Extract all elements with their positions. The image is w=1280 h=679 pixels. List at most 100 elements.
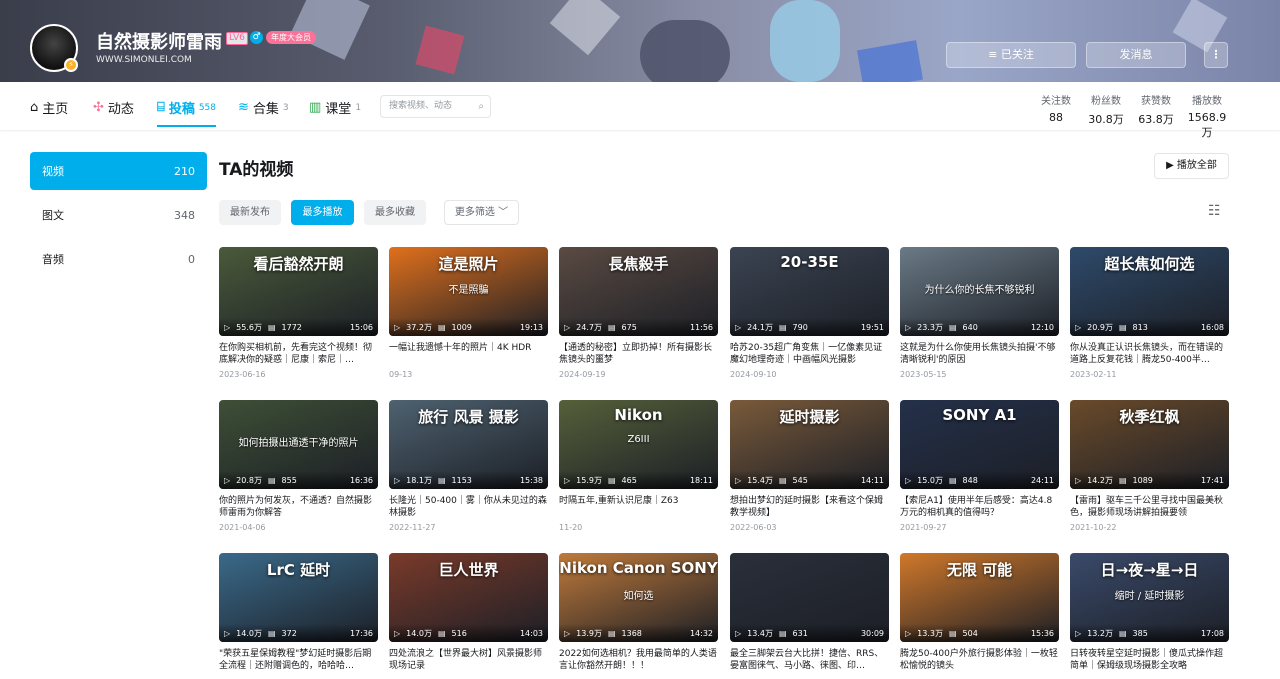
video-title[interactable]: 2022如何选相机？我用最简单的人类语言让你豁然开朗！！！: [559, 648, 718, 672]
video-thumbnail[interactable]: ▷ 13.4万 ▤ 631 30:09: [730, 553, 889, 642]
video-meta: ▷ 23.3万 ▤ 640 12:10: [900, 318, 1059, 336]
username[interactable]: 自然摄影师雷雨: [96, 28, 222, 54]
video-card[interactable]: 這是照片 不是照騙 ▷ 37.2万 ▤ 1009 19:13 一幅让我遗憾十年的照片｜4K H…: [389, 247, 548, 379]
danmaku-count: 1009: [451, 322, 472, 332]
video-card[interactable]: 如何拍摄出通透干净的照片 ▷ 20.8万 ▤ 855 16:36 你的照片为何发灰，不通透？…: [219, 400, 378, 532]
video-title[interactable]: 你的照片为何发灰，不通透？自然摄影师雷雨为你解答: [219, 495, 378, 519]
video-title[interactable]: 时隔五年,重新认识尼康｜Z63: [559, 495, 718, 519]
video-title[interactable]: 四处流浪之【世界最大树】风景摄影师现场记录: [389, 648, 548, 672]
video-title[interactable]: 哈苏20-35超广角变焦｜一亿像素见证魔幻地理奇迹｜中画幅风光摄影: [730, 342, 889, 366]
more-options-button[interactable]: ⋮: [1204, 42, 1228, 68]
video-thumbnail[interactable]: 旅行 风景 摄影 ▷ 18.1万 ▤ 1153 15:38: [389, 400, 548, 489]
video-thumbnail[interactable]: 如何拍摄出通透干净的照片 ▷ 20.8万 ▤ 855 16:36: [219, 400, 378, 489]
video-card[interactable]: LrC 延时 ▷ 14.0万 ▤ 372 17:36 "荣获五星保姆教程"梦幻延时摄影后期全…: [219, 553, 378, 676]
thumbnail-subtitle: 为什么你的长焦不够锐利: [924, 285, 1035, 296]
video-title[interactable]: 腾龙50-400户外旅行摄影体验｜一枚轻松愉悦的镜头: [900, 648, 1059, 672]
video-title[interactable]: 这就是为什么你使用长焦镜头拍摄'不够清晰锐利'的原因: [900, 342, 1059, 366]
tab-posts[interactable]: ⌸ 投稿 558: [157, 98, 217, 127]
home-icon: ⌂: [30, 100, 39, 115]
filter-latest[interactable]: 最新发布: [219, 200, 281, 225]
video-card[interactable]: 看后豁然开朗 ▷ 55.6万 ▤ 1772 15:06 在你购买相机前，先看完这个视频！彻底…: [219, 247, 378, 379]
duration: 24:11: [1030, 475, 1054, 485]
play-count: 15.4万: [747, 475, 773, 485]
tab-home[interactable]: ⌂ 主页: [30, 98, 68, 117]
video-card[interactable]: 旅行 风景 摄影 ▷ 18.1万 ▤ 1153 15:38 长隆光｜50-400｜雾｜你从未…: [389, 400, 548, 532]
video-thumbnail[interactable]: 長焦殺手 ▷ 24.7万 ▤ 675 11:56: [559, 247, 718, 336]
video-title[interactable]: 你从没真正认识长焦镜头，而在错误的道路上反复花钱｜腾龙50-400半…: [1070, 342, 1229, 366]
stat-fans[interactable]: 粉丝数 30.8万: [1086, 92, 1126, 127]
thumbnail-title: 這是照片: [438, 255, 499, 273]
stat-label: 关注数: [1041, 96, 1071, 107]
video-thumbnail[interactable]: SONY A1 ▷ 15.0万 ▤ 848 24:11: [900, 400, 1059, 489]
stat-following[interactable]: 关注数 88: [1036, 92, 1076, 124]
video-meta: ▷ 20.9万 ▤ 813 16:08: [1070, 318, 1229, 336]
message-button[interactable]: 发消息: [1086, 42, 1186, 68]
video-card[interactable]: 20-35E ▷ 24.1万 ▤ 790 19:51 哈苏20-35超广角变焦｜一亿像素见证…: [730, 247, 889, 379]
play-count-icon: ▷: [394, 322, 401, 332]
video-card[interactable]: 为什么你的长焦不够锐利 ▷ 23.3万 ▤ 640 12:10 这就是为什么你使用长焦镜头拍…: [900, 247, 1059, 379]
tab-classroom[interactable]: ▥ 课堂 1: [309, 98, 361, 117]
video-thumbnail[interactable]: 巨人世界 ▷ 14.0万 ▤ 516 14:03: [389, 553, 548, 642]
filter-most-played[interactable]: 最多播放: [291, 200, 354, 225]
video-card[interactable]: 長焦殺手 ▷ 24.7万 ▤ 675 11:56 【通透的秘密】立即扔掉！所有摄影长焦镜头的…: [559, 247, 718, 379]
video-title[interactable]: 【雷雨】驱车三千公里寻找中国最美秋色，摄影师现场讲解拍摄要领: [1070, 495, 1229, 519]
danmaku-icon: ▤: [607, 475, 616, 485]
video-thumbnail[interactable]: 20-35E ▷ 24.1万 ▤ 790 19:51: [730, 247, 889, 336]
video-thumbnail[interactable]: 這是照片 不是照騙 ▷ 37.2万 ▤ 1009 19:13: [389, 247, 548, 336]
vip-badge[interactable]: 年度大会员: [266, 31, 316, 44]
danmaku-icon: ▤: [1118, 475, 1127, 485]
video-card[interactable]: Nikon Canon SONY 如何选 ▷ 13.9万 ▤ 1368 14:32 2022如…: [559, 553, 718, 676]
video-thumbnail[interactable]: 无限 可能 ▷ 13.3万 ▤ 504 15:36: [900, 553, 1059, 642]
tab-label: 主页: [42, 102, 69, 117]
video-thumbnail[interactable]: 为什么你的长焦不够锐利 ▷ 23.3万 ▤ 640 12:10: [900, 247, 1059, 336]
video-title[interactable]: 【通透的秘密】立即扔掉！所有摄影长焦镜头的噩梦: [559, 342, 718, 366]
video-thumbnail[interactable]: Nikon Canon SONY 如何选 ▷ 13.9万 ▤ 1368 14:32: [559, 553, 718, 642]
stat-value: 1568.9万: [1187, 111, 1227, 139]
tab-collections[interactable]: ≋ 合集 3: [238, 98, 289, 117]
video-title[interactable]: 一幅让我遗憾十年的照片｜4K HDR: [389, 342, 548, 366]
video-title[interactable]: 长隆光｜50-400｜雾｜你从未见过的森林摄影: [389, 495, 548, 519]
book-icon: ▥: [309, 100, 322, 115]
video-title[interactable]: 最全三脚架云台大比拼！捷信、RRS、晏富图徕气、马小路、徕图、印…: [730, 648, 889, 672]
sidebar-item-article[interactable]: 图文 348: [30, 196, 207, 234]
video-thumbnail[interactable]: 秋季红枫 ▷ 14.2万 ▤ 1089 17:41: [1070, 400, 1229, 489]
filter-most-favorited[interactable]: 最多收藏: [364, 200, 426, 225]
sidebar-item-label: 音频: [42, 253, 64, 266]
sidebar-item-video[interactable]: 视频 210: [30, 152, 207, 190]
danmaku-count: 1089: [1132, 475, 1153, 485]
play-count-icon: ▷: [394, 628, 401, 638]
video-card[interactable]: 无限 可能 ▷ 13.3万 ▤ 504 15:36 腾龙50-400户外旅行摄影体验｜一枚轻…: [900, 553, 1059, 676]
thumbnail-title: 長焦殺手: [608, 255, 669, 273]
search-icon[interactable]: ⌕: [478, 96, 484, 117]
video-card[interactable]: Nikon Z6III ▷ 15.9万 ▤ 465 18:11 时隔五年,重新认识尼康｜Z63…: [559, 400, 718, 532]
follow-button[interactable]: ≡ 已关注: [946, 42, 1076, 68]
video-title[interactable]: 【索尼A1】使用半年后感受：高达4.8万元的相机真的值得吗？: [900, 495, 1059, 519]
video-title[interactable]: 在你购买相机前，先看完这个视频！彻底解决你的疑惑｜尼康｜索尼｜…: [219, 342, 378, 366]
video-card[interactable]: 延时摄影 ▷ 15.4万 ▤ 545 14:11 想拍出梦幻的延时摄影【来看这个保姆教学视频…: [730, 400, 889, 532]
video-card[interactable]: 超长焦如何选 ▷ 20.9万 ▤ 813 16:08 你从没真正认识长焦镜头，而在错误的道路…: [1070, 247, 1229, 379]
play-all-button[interactable]: ▶ 播放全部: [1154, 153, 1229, 179]
video-title[interactable]: "荣获五星保姆教程"梦幻延时摄影后期全流程｜还附赠调色的，哈哈哈…: [219, 648, 378, 672]
video-thumbnail[interactable]: 超长焦如何选 ▷ 20.9万 ▤ 813 16:08: [1070, 247, 1229, 336]
search-input[interactable]: 搜索视频、动态 ⌕: [380, 95, 491, 118]
video-title[interactable]: 想拍出梦幻的延时摄影【来看这个保姆教学视频】: [730, 495, 889, 519]
banner-decoration: [415, 25, 465, 75]
video-thumbnail[interactable]: Nikon Z6III ▷ 15.9万 ▤ 465 18:11: [559, 400, 718, 489]
video-thumbnail[interactable]: 日→夜→星→日 缩时 / 延时摄影 ▷ 13.2万 ▤ 385 17:08: [1070, 553, 1229, 642]
video-title[interactable]: 日转夜转星空延时摄影｜傻瓜式操作超简单｜保姆级现场摄影全攻略: [1070, 648, 1229, 672]
video-card[interactable]: ▷ 13.4万 ▤ 631 30:09 最全三脚架云台大比拼！捷信、RRS、晏富图徕气、马…: [730, 553, 889, 676]
video-meta: ▷ 20.8万 ▤ 855 16:36: [219, 471, 378, 489]
video-card[interactable]: 巨人世界 ▷ 14.0万 ▤ 516 14:03 四处流浪之【世界最大树】风景摄影师现场记录: [389, 553, 548, 676]
view-toggle-icon[interactable]: ☷: [1208, 203, 1221, 219]
more-filters-dropdown[interactable]: 更多筛选 ﹀: [444, 200, 519, 225]
video-thumbnail[interactable]: 延时摄影 ▷ 15.4万 ▤ 545 14:11: [730, 400, 889, 489]
video-thumbnail[interactable]: LrC 延时 ▷ 14.0万 ▤ 372 17:36: [219, 553, 378, 642]
sidebar-item-label: 视频: [42, 165, 64, 178]
danmaku-count: 813: [1132, 322, 1148, 332]
sidebar-item-audio[interactable]: 音频 0: [30, 240, 207, 278]
tab-dynamic[interactable]: ✣ 动态: [93, 98, 134, 117]
video-thumbnail[interactable]: 看后豁然开朗 ▷ 55.6万 ▤ 1772 15:06: [219, 247, 378, 336]
video-card[interactable]: SONY A1 ▷ 15.0万 ▤ 848 24:11 【索尼A1】使用半年后感受：高达4.…: [900, 400, 1059, 532]
video-card[interactable]: 日→夜→星→日 缩时 / 延时摄影 ▷ 13.2万 ▤ 385 17:08 日转夜转星空延时摄…: [1070, 553, 1229, 676]
video-card[interactable]: 秋季红枫 ▷ 14.2万 ▤ 1089 17:41 【雷雨】驱车三千公里寻找中国最美秋色，摄…: [1070, 400, 1229, 532]
